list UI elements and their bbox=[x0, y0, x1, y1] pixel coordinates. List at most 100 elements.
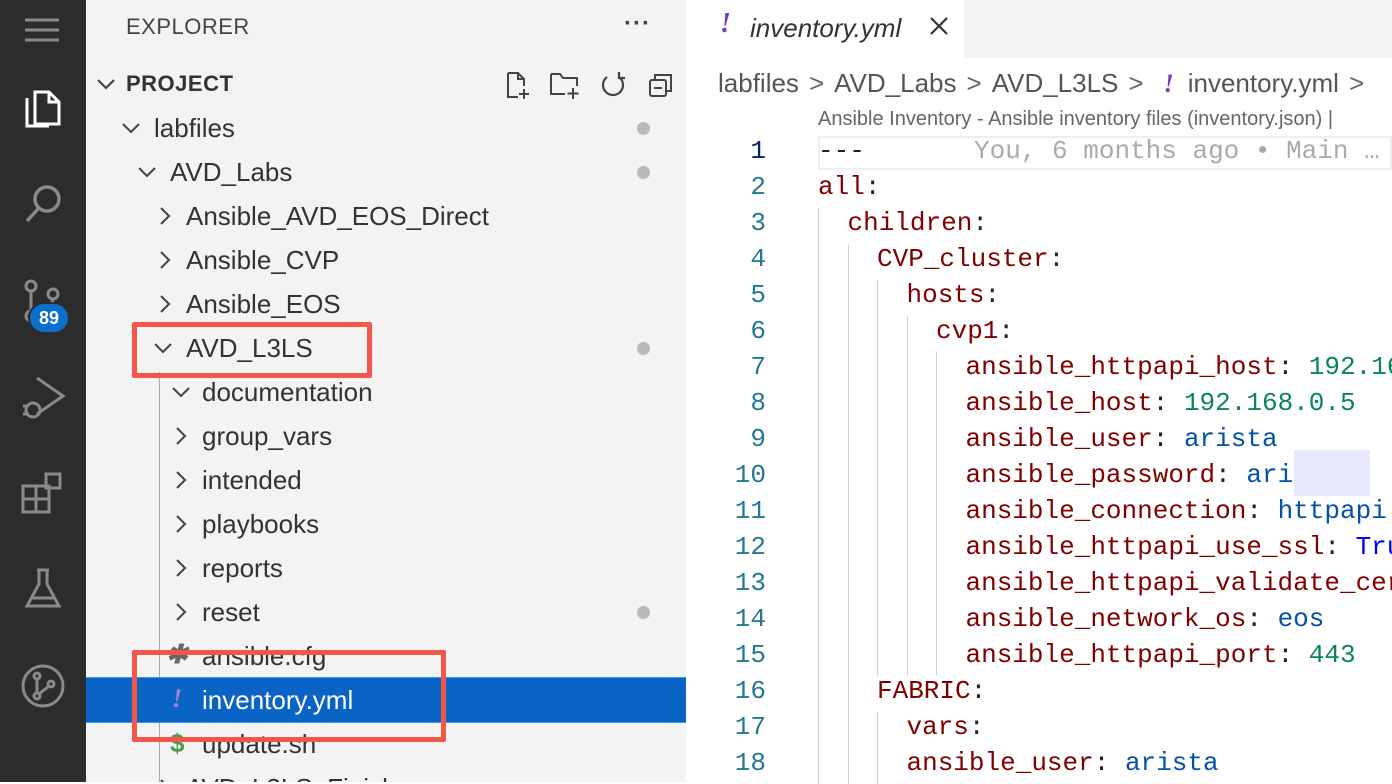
yaml-value: 192.168.0.5 bbox=[1184, 388, 1356, 418]
code-line[interactable]: 2all: bbox=[686, 172, 1392, 208]
indent-guide bbox=[907, 460, 908, 496]
indent-guide bbox=[848, 532, 849, 568]
git-blame-annotation[interactable]: You, 6 months ago • Main … bbox=[974, 136, 1380, 166]
source-control-badge: 89 bbox=[28, 302, 70, 334]
folder-reports[interactable]: reports bbox=[86, 546, 686, 590]
yaml-key: hosts bbox=[907, 280, 985, 310]
refresh-icon[interactable] bbox=[594, 68, 632, 102]
code-line[interactable]: 9ansible_user: arista bbox=[686, 424, 1392, 460]
modified-dot bbox=[637, 606, 650, 619]
tree-item-label: group_vars bbox=[202, 421, 332, 452]
close-icon[interactable] bbox=[926, 13, 952, 39]
line-number: 15 bbox=[716, 640, 766, 670]
code-line[interactable]: 3children: bbox=[686, 208, 1392, 244]
indent-guide bbox=[907, 352, 908, 388]
indent-guide bbox=[848, 568, 849, 604]
folder-group-vars[interactable]: group_vars bbox=[86, 414, 686, 458]
folder-labfiles[interactable]: labfiles bbox=[86, 106, 686, 150]
more-actions-icon[interactable]: ··· bbox=[624, 10, 651, 38]
yaml-colon: : bbox=[1246, 496, 1262, 526]
breadcrumb-item[interactable]: labfiles bbox=[718, 68, 799, 98]
search-icon[interactable] bbox=[13, 174, 73, 234]
indent-guide bbox=[818, 244, 819, 280]
indent-guide bbox=[818, 568, 819, 604]
folder-playbooks[interactable]: playbooks bbox=[86, 502, 686, 546]
code-line[interactable]: 8ansible_host: 192.168.0.5 bbox=[686, 388, 1392, 424]
folder-avd-labs[interactable]: AVD_Labs bbox=[86, 150, 686, 194]
tree-item-label: reports bbox=[202, 553, 283, 584]
tree-item-label: Ansible_EOS bbox=[186, 289, 341, 320]
line-number: 10 bbox=[716, 460, 766, 490]
new-file-icon[interactable] bbox=[498, 68, 536, 102]
indent-guide bbox=[818, 208, 819, 244]
menu-icon[interactable] bbox=[13, 0, 73, 60]
code-line[interactable]: 17vars: bbox=[686, 712, 1392, 748]
code-line[interactable]: 12ansible_httpapi_use_ssl: True bbox=[686, 532, 1392, 568]
files-icon[interactable] bbox=[13, 78, 73, 138]
code-line[interactable]: 4CVP_cluster: bbox=[686, 244, 1392, 280]
testing-icon[interactable] bbox=[13, 560, 73, 620]
indent-guide bbox=[848, 424, 849, 460]
chevron-right-icon bbox=[154, 293, 176, 320]
yaml-colon: : bbox=[1153, 388, 1169, 418]
yaml-colon: : bbox=[1278, 640, 1294, 670]
run-debug-icon[interactable] bbox=[13, 366, 73, 426]
code-line[interactable]: 13ansible_httpapi_validate_certs bbox=[686, 568, 1392, 604]
indent-guide bbox=[818, 424, 819, 460]
code-line[interactable]: 5hosts: bbox=[686, 280, 1392, 316]
explorer-sidebar: EXPLORER ··· PROJECT labfiles AVD_Labs A… bbox=[86, 0, 686, 782]
code-line[interactable]: 7ansible_httpapi_host: 192.168. bbox=[686, 352, 1392, 388]
code-line[interactable]: 10ansible_password: arist bbox=[686, 460, 1392, 496]
line-number: 17 bbox=[716, 712, 766, 742]
breadcrumb-item[interactable]: AVD_Labs bbox=[834, 68, 956, 98]
code-line[interactable]: 18ansible_user: arista bbox=[686, 748, 1392, 784]
indent-guide bbox=[848, 712, 849, 748]
yaml-key: children bbox=[848, 208, 973, 238]
editor-area: ! inventory.yml labfiles>AVD_Labs>AVD_L3… bbox=[686, 0, 1392, 782]
folder-ansible-cvp[interactable]: Ansible_CVP bbox=[86, 238, 686, 282]
explorer-title: EXPLORER bbox=[126, 14, 250, 40]
git-graph-icon[interactable] bbox=[13, 656, 73, 716]
yaml-key: CVP_cluster bbox=[877, 244, 1049, 274]
code-text: all: bbox=[818, 172, 880, 202]
breadcrumb-item[interactable]: inventory.yml bbox=[1188, 68, 1339, 98]
line-number: 7 bbox=[716, 352, 766, 382]
folder-intended[interactable]: intended bbox=[86, 458, 686, 502]
breadcrumb-item[interactable]: AVD_L3LS bbox=[992, 68, 1119, 98]
code-line[interactable]: 14ansible_network_os: eos bbox=[686, 604, 1392, 640]
indent-guide bbox=[877, 280, 878, 316]
folder-ansible-eos[interactable]: Ansible_EOS bbox=[86, 282, 686, 326]
code-line[interactable]: 16FABRIC: bbox=[686, 676, 1392, 712]
code-text: hosts: bbox=[907, 280, 1001, 310]
tree-item-label: Ansible_CVP bbox=[186, 245, 339, 276]
new-folder-icon[interactable] bbox=[546, 68, 584, 102]
indent-guide bbox=[936, 388, 937, 424]
code-line[interactable]: 6cvp1: bbox=[686, 316, 1392, 352]
indent-guide bbox=[936, 424, 937, 460]
indent-guide bbox=[818, 640, 819, 676]
activity-bar: 89 bbox=[0, 0, 86, 782]
line-number: 14 bbox=[716, 604, 766, 634]
yaml-key: ansible_password bbox=[966, 460, 1216, 490]
code-text: FABRIC: bbox=[877, 676, 986, 706]
folder-ansible-avd-eos-direct[interactable]: Ansible_AVD_EOS_Direct bbox=[86, 194, 686, 238]
folder-avd-l3ls-finish[interactable]: AVD_L3LS_Finish bbox=[86, 766, 686, 782]
extensions-icon[interactable] bbox=[13, 462, 73, 522]
yaml-colon: : bbox=[972, 208, 988, 238]
tab-inventory-yml[interactable]: ! inventory.yml bbox=[686, 0, 964, 58]
code-text: ansible_user: arista bbox=[966, 424, 1278, 454]
schema-hint[interactable]: Ansible Inventory - Ansible inventory fi… bbox=[818, 108, 1333, 131]
code-line[interactable]: 1--- You, 6 months ago • Main … bbox=[686, 136, 1392, 172]
indent-guide bbox=[848, 352, 849, 388]
tree-item-label: reset bbox=[202, 597, 260, 628]
collapse-all-icon[interactable] bbox=[642, 68, 680, 102]
project-section-header[interactable]: PROJECT bbox=[86, 64, 686, 104]
indent-guide bbox=[848, 676, 849, 712]
code-line[interactable]: 15ansible_httpapi_port: 443 bbox=[686, 640, 1392, 676]
indent-guide bbox=[848, 244, 849, 280]
folder-reset[interactable]: reset bbox=[86, 590, 686, 634]
code-line[interactable]: 11ansible_connection: httpapi bbox=[686, 496, 1392, 532]
indent-guide bbox=[818, 712, 819, 748]
line-number: 6 bbox=[716, 316, 766, 346]
line-number: 18 bbox=[716, 748, 766, 778]
